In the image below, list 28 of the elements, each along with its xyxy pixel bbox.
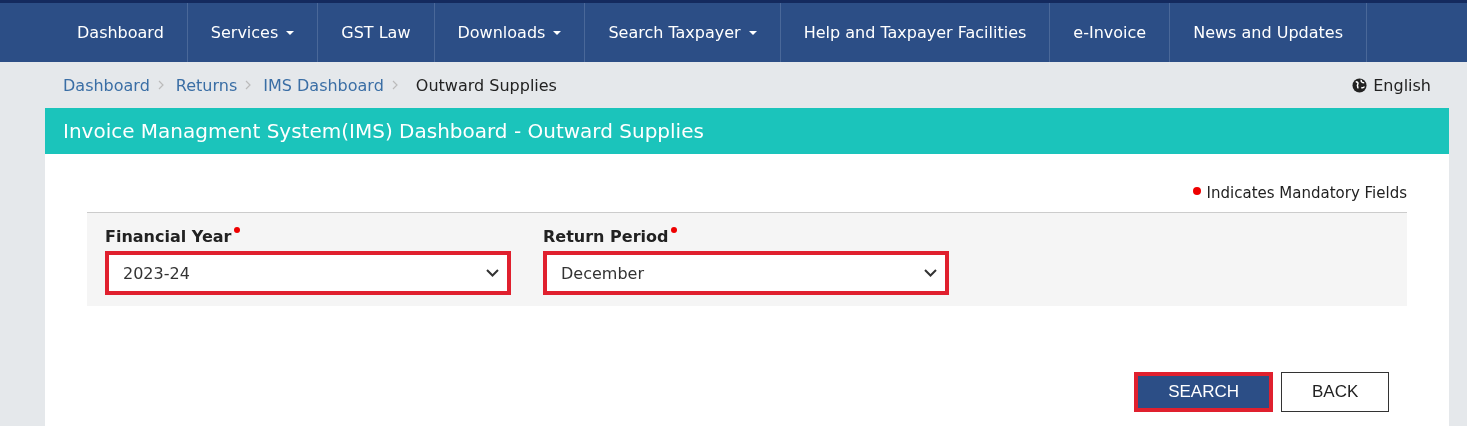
language-link[interactable]: English <box>1352 75 1431 95</box>
field-label: Return Period <box>543 227 669 248</box>
breadcrumb-link[interactable]: IMS Dashboard <box>263 75 384 95</box>
nav-item[interactable]: Services <box>187 3 319 62</box>
chevron-down-icon <box>486 269 499 277</box>
dropdown-field[interactable]: 2023-24 <box>105 251 511 295</box>
nav-item[interactable]: Downloads <box>434 3 586 62</box>
current-page-label: Outward Supplies <box>415 75 557 95</box>
globe-icon <box>1352 77 1368 93</box>
chevron-icon <box>157 80 164 90</box>
nav-item[interactable]: GST Law <box>318 3 435 62</box>
mandatory-note: Indicates Mandatory Fields <box>1206 184 1407 202</box>
dropdown-field[interactable]: December <box>543 251 949 295</box>
nav-item[interactable]: e-Invoice <box>1050 3 1171 62</box>
chevron-icon <box>391 80 398 90</box>
chevron-down-icon <box>924 269 937 277</box>
chevron-icon <box>245 80 252 90</box>
nav-item[interactable]: Search Taxpayer <box>585 3 781 62</box>
required-dot <box>1192 187 1201 195</box>
breadcrumb-link[interactable]: Dashboard <box>63 75 150 95</box>
breadcrumb-link[interactable]: Returns <box>175 75 238 95</box>
nav-item[interactable]: Help and Taxpayer Facilities <box>780 3 1051 62</box>
nav-item[interactable]: Dashboard <box>54 3 188 62</box>
page-title: Invoice Managment System(IMS) Dashboard - Outward Supplies <box>63 119 704 143</box>
back-button[interactable]: BACK <box>1281 372 1389 412</box>
field-label: Financial Year <box>105 227 232 248</box>
search-button[interactable]: SEARCH <box>1134 372 1273 412</box>
nav-item[interactable]: News and Updates <box>1170 3 1367 62</box>
